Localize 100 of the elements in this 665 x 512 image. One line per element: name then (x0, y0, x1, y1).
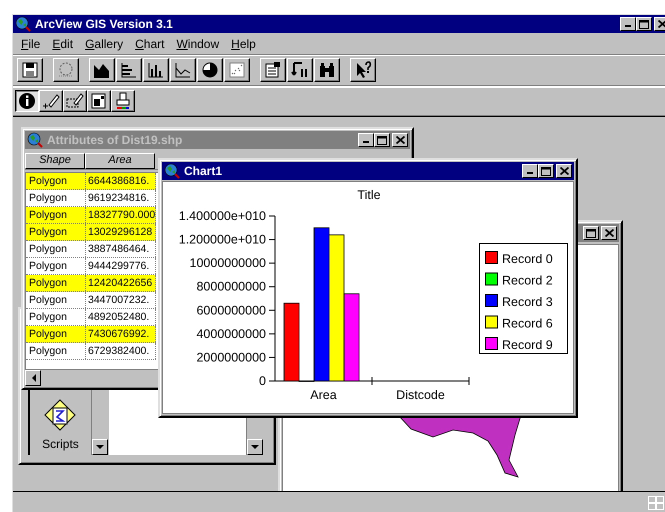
minimize-icon (363, 141, 369, 143)
table-cell: Polygon (26, 309, 86, 325)
table-cell: 6729382400. (86, 343, 156, 359)
table-cell: Polygon (26, 275, 86, 291)
table-cell: Polygon (26, 190, 86, 206)
table-row[interactable]: Polygon 6729382400. (26, 343, 156, 360)
table-cell: Polygon (26, 207, 86, 223)
scatter-chart-icon (227, 60, 247, 80)
scroll-down-button[interactable] (247, 439, 264, 455)
table-cell: 12420422656 (86, 275, 156, 291)
scroll-left-button[interactable] (25, 370, 41, 386)
bar-chart-icon (146, 60, 166, 80)
table-row[interactable]: Polygon 9444299776. (26, 258, 156, 275)
close-icon (658, 20, 665, 28)
table-row[interactable]: Polygon 6644386816. (26, 173, 156, 190)
menu-item[interactable]: Edit (46, 37, 80, 51)
table-cell: Polygon (26, 258, 86, 274)
caret-icon (30, 374, 36, 382)
table-row[interactable]: Polygon 3887486464. (26, 241, 156, 258)
legend-label: Record 6 (502, 316, 553, 330)
paint-brush-tool[interactable] (111, 90, 135, 112)
table-row[interactable]: Polygon 4892052480. (26, 309, 156, 326)
window-title: Attributes of Dist19.shp (47, 133, 182, 147)
tick-label: 1.400000e+010 (178, 209, 266, 223)
binoculars-button[interactable] (314, 58, 340, 82)
tick-label: 8000000000 (196, 280, 266, 294)
globe-icon (27, 132, 43, 148)
table-cell: Polygon (26, 173, 86, 189)
table-cell: 9619234816. (86, 190, 156, 206)
tick-label: 2000000000 (196, 350, 266, 364)
info-tool[interactable] (15, 90, 39, 112)
column-header[interactable]: Area (85, 153, 155, 169)
table-cell: Polygon (26, 326, 86, 342)
table-cell: Polygon (26, 343, 86, 359)
edit-selection-tool[interactable] (63, 90, 87, 112)
area-chart-button[interactable] (89, 58, 115, 82)
info-icon (17, 91, 37, 111)
maximize-icon (377, 136, 387, 144)
category-label: Distcode (396, 388, 445, 402)
legend-label: Record 0 (502, 252, 553, 266)
close-icon (396, 136, 404, 144)
sheet-tool[interactable] (87, 90, 111, 112)
window-title: Chart1 (184, 164, 222, 178)
pointer-question-button[interactable] (350, 58, 376, 82)
menu-item[interactable]: File (15, 37, 46, 51)
line-chart-button[interactable] (170, 58, 196, 82)
close-button[interactable] (556, 164, 572, 178)
tick-label: 1.200000e+010 (178, 232, 266, 247)
menu-item[interactable]: Gallery (79, 37, 130, 51)
table-row[interactable]: Polygon 13029296128 (26, 224, 156, 241)
caret-icon (96, 444, 104, 450)
legend-label: Record 9 (502, 338, 553, 352)
table-cell: Polygon (26, 224, 86, 240)
menu-item[interactable]: Help (225, 37, 262, 51)
line-chart-icon (173, 60, 193, 80)
properties-icon (263, 60, 283, 80)
arrow-bars-button[interactable] (287, 58, 313, 82)
tick-label: 4000000000 (196, 326, 266, 341)
save-button[interactable] (17, 58, 43, 82)
scroll-down-button[interactable] (92, 439, 108, 455)
scatter-chart-button[interactable] (224, 58, 250, 82)
add-point-pencil-tool[interactable] (39, 90, 63, 112)
minimize-button[interactable] (620, 17, 636, 31)
minimize-icon (625, 25, 631, 27)
horizontal-bar-chart-icon (119, 60, 139, 80)
table-row[interactable]: Polygon 18327790.000 (26, 207, 156, 224)
menu-item[interactable]: Window (170, 37, 226, 51)
table-cell: 6644386816. (86, 173, 156, 189)
table-cell: 9444299776. (86, 258, 156, 274)
maximize-button[interactable] (636, 17, 652, 31)
pie-chart-button[interactable] (197, 58, 223, 82)
grid-icon (648, 496, 664, 510)
legend-label: Record 2 (502, 274, 553, 288)
close-icon (604, 229, 614, 237)
table-row[interactable]: Polygon 12420422656 (26, 275, 156, 292)
column-header[interactable]: Shape (25, 153, 85, 169)
tick-label: 6000000000 (196, 303, 266, 318)
table-cell: 3887486464. (86, 241, 156, 257)
table-cell: 3447007232. (86, 292, 156, 308)
tick-label: 10000000000 (190, 256, 266, 270)
maximize-icon (586, 228, 596, 238)
minimize-button[interactable] (522, 164, 538, 178)
bar-chart-button[interactable] (143, 58, 169, 82)
chart-title: Title (357, 188, 381, 202)
menu-item[interactable]: Chart (129, 37, 170, 51)
table-row[interactable]: Polygon 3447007232. (26, 292, 156, 309)
project-category[interactable]: Scripts (42, 398, 79, 455)
table-cell: 13029296128 (86, 224, 156, 240)
properties-button[interactable] (260, 58, 286, 82)
table-row[interactable]: Polygon 9619234816. (26, 190, 156, 207)
dotted-circle-button[interactable] (53, 58, 79, 82)
horizontal-bar-chart-button[interactable] (116, 58, 142, 82)
table-row[interactable]: Polygon 7430676992. (26, 326, 156, 343)
pie-chart-icon (200, 60, 220, 80)
globe-icon (164, 163, 180, 179)
category-label: Scripts (42, 437, 79, 451)
table-cell: 7430676992. (86, 326, 156, 342)
table-cell: 4892052480. (86, 309, 156, 325)
script-icon (43, 398, 78, 432)
maximize-button[interactable] (538, 164, 554, 178)
